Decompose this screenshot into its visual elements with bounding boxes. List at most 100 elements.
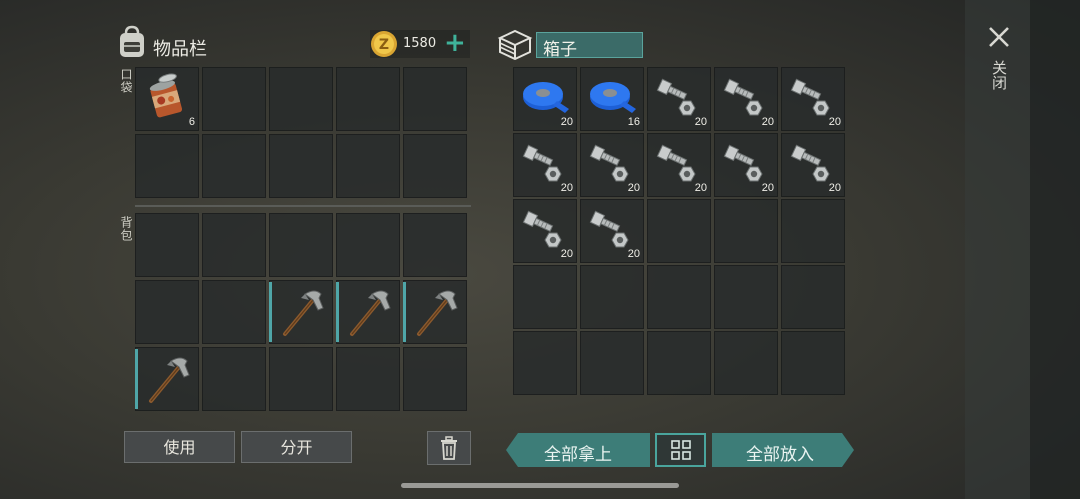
box-title: 箱子 [543, 40, 577, 60]
canned-food-icon [149, 73, 183, 118]
divider [135, 205, 471, 207]
trash-button[interactable] [427, 431, 471, 465]
home-indicator[interactable] [401, 483, 679, 488]
pocket-slot[interactable] [202, 134, 266, 198]
box-slot[interactable]: 20 [513, 199, 577, 263]
backpack-slot[interactable] [336, 280, 400, 344]
backpack-slot[interactable] [403, 347, 467, 411]
inventory-title: 物品栏 [153, 39, 207, 60]
box-title-field[interactable]: 箱子 [536, 32, 643, 60]
equipped-indicator [135, 349, 138, 409]
box-icon [497, 28, 533, 61]
coin-icon: Z [371, 31, 397, 57]
pickaxe-icon [350, 290, 391, 336]
box-slot[interactable] [714, 199, 778, 263]
pocket-slot[interactable] [403, 134, 467, 198]
pocket-slot[interactable] [135, 134, 199, 198]
item-count: 20 [627, 182, 640, 194]
equipped-indicator [336, 282, 339, 342]
box-slot[interactable]: 20 [647, 67, 711, 131]
box-slot[interactable]: 20 [647, 133, 711, 197]
box-slot[interactable] [714, 265, 778, 329]
backpack-slot[interactable] [135, 213, 199, 277]
pocket-slot[interactable] [202, 67, 266, 131]
box-slot[interactable] [781, 331, 845, 395]
put-all-button[interactable]: 全部放入 [712, 433, 854, 467]
pocket-slot[interactable] [403, 67, 467, 131]
equipped-indicator [403, 282, 406, 342]
item-count: 20 [828, 182, 841, 194]
equipped-indicator [269, 282, 272, 342]
box-slot[interactable]: 20 [513, 133, 577, 197]
backpack-slot[interactable] [336, 347, 400, 411]
item-count: 6 [188, 116, 195, 128]
box-slot[interactable]: 20 [580, 133, 644, 197]
take-all-label: 全部拿上 [544, 445, 612, 465]
box-slot[interactable]: 20 [513, 67, 577, 131]
item-count: 20 [828, 116, 841, 128]
item-count: 20 [627, 248, 640, 260]
backpack-slot[interactable] [403, 280, 467, 344]
box-slot[interactable] [781, 199, 845, 263]
box-slot[interactable] [513, 265, 577, 329]
box-slot[interactable] [647, 199, 711, 263]
item-count: 20 [694, 182, 707, 194]
coin-count: 1580 [403, 36, 437, 51]
box-slot[interactable]: 16 [580, 67, 644, 131]
backpack-slot[interactable] [336, 213, 400, 277]
close-button[interactable]: 关闭 [984, 22, 1014, 102]
item-count: 20 [761, 116, 774, 128]
box-slot[interactable]: 20 [781, 67, 845, 131]
backpack-slot[interactable] [269, 280, 333, 344]
backpack-slot[interactable] [269, 347, 333, 411]
backpack-slot[interactable] [403, 213, 467, 277]
pickaxe-icon [149, 357, 190, 403]
item-count: 16 [627, 116, 640, 128]
box-slot[interactable]: 20 [781, 133, 845, 197]
backpack-slot[interactable] [202, 213, 266, 277]
item-count: 20 [761, 182, 774, 194]
trash-icon [441, 436, 457, 460]
backpack-slot[interactable] [135, 280, 199, 344]
item-count: 20 [694, 116, 707, 128]
pocket-slot[interactable] [336, 67, 400, 131]
pocket-slot[interactable] [269, 134, 333, 198]
box-slot[interactable] [580, 331, 644, 395]
split-button[interactable]: 分开 [241, 431, 352, 463]
box-slot[interactable]: 20 [580, 199, 644, 263]
svg-text:Z: Z [379, 37, 389, 53]
box-slot[interactable] [781, 265, 845, 329]
put-all-label: 全部放入 [746, 445, 814, 465]
item-count: 20 [560, 182, 573, 194]
pocket-slot[interactable]: 6 [135, 67, 199, 131]
pickaxe-icon [283, 290, 324, 336]
box-slot[interactable] [647, 331, 711, 395]
plus-icon[interactable]: + [444, 28, 466, 58]
box-slot[interactable] [714, 331, 778, 395]
take-all-button[interactable]: 全部拿上 [506, 433, 650, 467]
backpack-slot[interactable] [202, 280, 266, 344]
box-slot[interactable] [647, 265, 711, 329]
backpack-icon [116, 25, 148, 59]
pocket-label: 口袋 [119, 68, 133, 94]
close-label: 关闭 [990, 60, 1008, 90]
backpack-label: 背包 [119, 216, 133, 242]
pocket-slot[interactable] [269, 67, 333, 131]
coin-display: Z 1580 + [370, 28, 470, 58]
sort-button[interactable] [655, 433, 706, 467]
box-slot[interactable]: 20 [714, 67, 778, 131]
close-icon [989, 27, 1009, 47]
right-edge-shade [1030, 0, 1080, 499]
backpack-slot[interactable] [135, 347, 199, 411]
backpack-slot[interactable] [202, 347, 266, 411]
use-button[interactable]: 使用 [124, 431, 235, 463]
box-slot[interactable] [580, 265, 644, 329]
item-count: 20 [560, 116, 573, 128]
box-slot[interactable]: 20 [714, 133, 778, 197]
backpack-slot[interactable] [269, 213, 333, 277]
pocket-slot[interactable] [336, 134, 400, 198]
item-count: 20 [560, 248, 573, 260]
box-slot[interactable] [513, 331, 577, 395]
pickaxe-icon [417, 290, 458, 336]
grid-icon [671, 440, 691, 460]
